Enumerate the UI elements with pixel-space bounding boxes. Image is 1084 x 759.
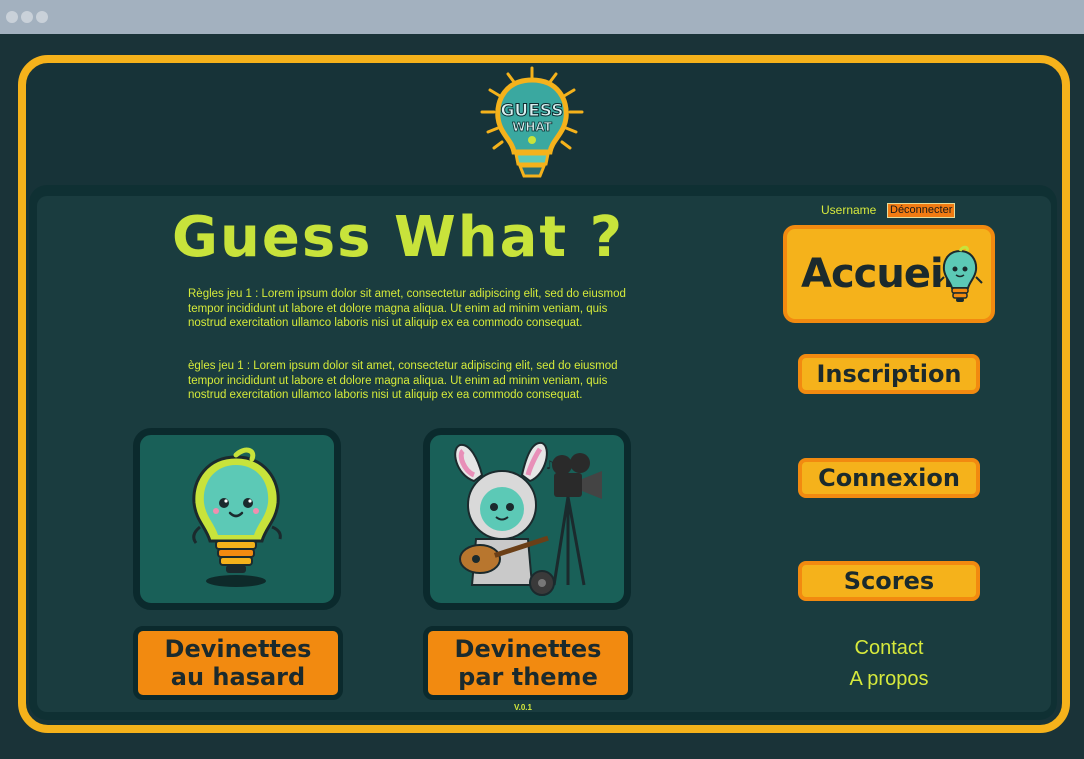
theme-riddles-label-line2: par theme — [458, 663, 598, 691]
theme-riddles-label-line1: Devinettes — [454, 635, 602, 663]
logo-text-bottom: WHAT — [512, 120, 553, 134]
guess-what-logo[interactable]: GUESS WHAT — [476, 66, 588, 180]
username-label: Username — [821, 203, 877, 217]
signup-button-label: Inscription — [816, 360, 962, 388]
home-button[interactable]: Accueil — [783, 225, 995, 323]
version-label: V.0.1 — [514, 703, 532, 712]
logout-button[interactable]: Déconnecter — [887, 203, 956, 218]
rules-paragraph-2: ègles jeu 1 : Lorem ipsum dolor sit amet… — [188, 360, 618, 401]
random-riddles-label-line2: au hasard — [170, 663, 306, 691]
signup-button[interactable]: Inscription — [798, 354, 980, 394]
theme-riddles-button[interactable]: Devinettes par theme — [423, 626, 633, 700]
close-dot[interactable] — [6, 11, 18, 23]
svg-text:♪: ♪ — [546, 458, 554, 472]
login-button[interactable]: Connexion — [798, 458, 980, 498]
home-button-label: Accueil — [801, 251, 956, 297]
browser-titlebar — [0, 0, 1084, 34]
scores-button[interactable]: Scores — [798, 561, 980, 601]
lightbulb-mascot-icon — [192, 447, 282, 587]
random-riddles-button[interactable]: Devinettes au hasard — [133, 626, 343, 700]
page-title: Guess What ? — [172, 205, 625, 270]
random-riddles-label-line1: Devinettes — [164, 635, 312, 663]
mini-mascot-icon — [937, 245, 983, 302]
login-button-label: Connexion — [818, 464, 960, 492]
minimize-dot[interactable] — [21, 11, 33, 23]
random-riddles-card[interactable] — [133, 428, 341, 610]
theme-riddles-card[interactable]: ♪ — [423, 428, 631, 610]
scores-button-label: Scores — [843, 567, 935, 595]
rules-paragraph-1: Règles jeu 1 : Lorem ipsum dolor sit ame… — [188, 288, 626, 329]
maximize-dot[interactable] — [36, 11, 48, 23]
contact-link[interactable]: Contact — [790, 637, 988, 660]
about-link[interactable]: A propos — [790, 668, 988, 691]
logo-text-top: GUESS — [500, 101, 563, 121]
bunny-mascot-icon: ♪ — [454, 441, 602, 596]
